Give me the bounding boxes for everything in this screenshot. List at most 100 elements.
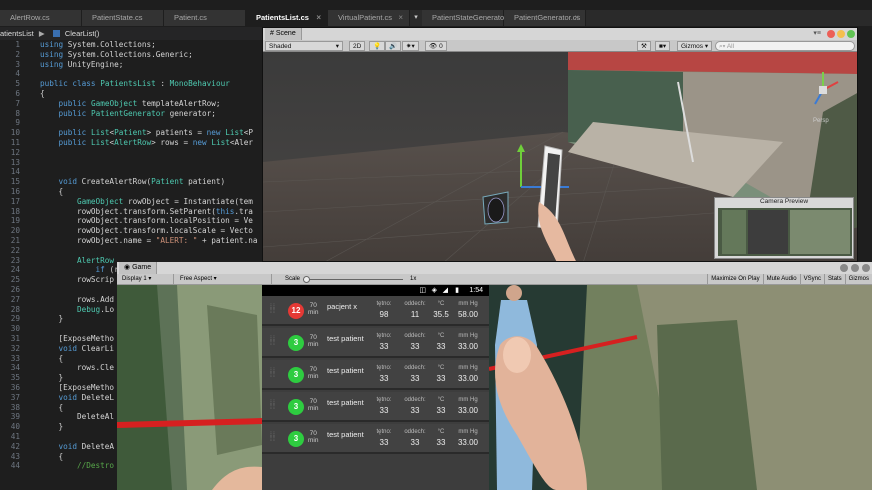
effects-dropdown-icon[interactable]: ✷▾ [402, 41, 419, 51]
code-text: void CreateAlertRow(Patient patient) [58, 177, 226, 187]
camera-settings-icon[interactable]: ■▾ [655, 41, 671, 51]
code-line[interactable]: 22 [0, 246, 262, 256]
elapsed-unit: min [308, 437, 319, 444]
screenshot-frame: AlertRow.cs PatientState.cs Patient.cs Pati… [0, 0, 872, 490]
scene-tab-bar: # Scene ▾≡ [263, 28, 857, 40]
code-line[interactable]: 20 rowObject.transform.localScale = Vect… [0, 226, 262, 236]
code-line[interactable]: 1 using System.Collections; [0, 40, 262, 50]
display-dropdown[interactable]: Display 1 ▾ [119, 274, 174, 285]
code-text: using System.Collections; [40, 40, 156, 49]
scale-slider-handle[interactable] [303, 276, 310, 283]
drag-handle-icon[interactable]: ⁞⁞ ⁞⁞ [270, 400, 277, 411]
window-menu-icon[interactable]: ▾≡ [813, 28, 821, 40]
persp-label[interactable]: Persp [813, 118, 829, 124]
game-toggle-button[interactable]: VSync [799, 274, 824, 285]
maximize-window-icon[interactable] [847, 30, 855, 38]
gizmos-dropdown[interactable]: Gizmos ▾ [677, 41, 713, 51]
drag-handle-icon[interactable]: ⁞⁞ ⁞⁞ [270, 304, 277, 315]
game-toggle-button[interactable]: Maximize On Play [707, 274, 762, 285]
hidden-layers-button[interactable]: 👁 0 [425, 41, 447, 51]
scene-tab-icon: # [270, 30, 274, 37]
line-number: 2 [15, 49, 20, 59]
blood-pressure-cell: mm Hg 33.00 [451, 428, 485, 450]
drag-handle-icon[interactable]: ⁞⁞ ⁞⁞ [270, 368, 277, 379]
shading-mode-dropdown[interactable]: Shaded ▾ [265, 41, 343, 51]
scene-tools-icon[interactable]: ⚒ [637, 41, 651, 51]
close-tab-icon[interactable]: × [398, 10, 403, 26]
patient-alert-row[interactable]: ⁞⁞ ⁞⁞ 3 70 min test patient tętno: 33 oddech: 33 °… [262, 392, 489, 422]
code-line[interactable]: 15 void CreateAlertRow(Patient patient) [0, 177, 262, 187]
code-line[interactable]: 5 public class PatientsList : MonoBehavio… [0, 79, 262, 89]
code-line[interactable]: 6{ [0, 89, 262, 99]
code-line[interactable]: 10 public List<Patient> patients = new L… [0, 128, 262, 138]
editor-tab[interactable]: PatientGenerator.cs × [504, 10, 586, 26]
patient-alert-row[interactable]: ⁞⁞ ⁞⁞ 3 70 min test patient tętno: 33 oddech: 33 °… [262, 360, 489, 390]
editor-tab[interactable]: Patient.cs [164, 10, 246, 26]
line-number: 8 [15, 108, 20, 118]
scene-tab[interactable]: # Scene [265, 28, 302, 40]
camera-model [482, 191, 509, 225]
code-line[interactable]: 21 rowObject.name = "ALERT: " + patient.… [0, 236, 262, 246]
method-icon [52, 30, 60, 37]
elapsed-value: 70 [309, 430, 317, 437]
code-line[interactable]: 8 public PatientGenerator generator; [0, 109, 262, 119]
code-line[interactable]: 3 using UnityEngine; [0, 60, 262, 70]
code-line[interactable]: 4 [0, 69, 262, 79]
game-viewport[interactable]: ◫ ◈ ◢ ▮ 1:54 ⁞⁞ ⁞⁞ 12 70 min pacjent x tętno: 9… [117, 285, 872, 490]
aspect-dropdown[interactable]: Free Aspect ▾ [177, 274, 272, 285]
drag-handle-icon[interactable]: ⁞⁞ ⁞⁞ [270, 432, 277, 443]
editor-tab[interactable]: AlertRow.cs [0, 10, 82, 26]
code-text: public List<AlertRow> rows = new List<Al… [58, 138, 253, 147]
breadcrumb-method[interactable]: ClearList() [65, 29, 100, 38]
game-window-dot-1[interactable] [840, 264, 848, 272]
game-toggle-button[interactable]: Mute Audio [762, 274, 800, 285]
code-line[interactable]: 9 [0, 118, 262, 128]
breadcrumb-class[interactable]: atientsList [0, 29, 34, 38]
line-number: 32 [10, 343, 20, 353]
editor-tab-label: AlertRow.cs [10, 13, 50, 22]
code-text: rowObject.transform.localScale = Vecto [40, 226, 253, 236]
code-line[interactable]: 11 public List<AlertRow> rows = new List… [0, 138, 262, 148]
audio-toggle-icon[interactable]: 🔊 [385, 41, 402, 51]
close-tab-icon[interactable]: × [574, 10, 579, 26]
editor-tab[interactable]: PatientStateGenerator.cs [422, 10, 516, 26]
patient-alert-row[interactable]: ⁞⁞ ⁞⁞ 3 70 min test patient tętno: 33 oddech: 33 °… [262, 424, 489, 454]
game-tab[interactable]: ◉ Game [119, 262, 158, 274]
code-line[interactable]: 18 rowObject.transform.SetParent(this.tr… [0, 207, 262, 217]
close-window-icon[interactable] [827, 30, 835, 38]
game-window-dot-3[interactable] [862, 264, 870, 272]
code-line[interactable]: 13 [0, 158, 262, 168]
code-line[interactable]: 16 { [0, 187, 262, 197]
blood-pressure-value: 33.00 [457, 438, 479, 447]
code-text: public List<Patient> patients = new List… [58, 128, 253, 138]
close-tab-icon[interactable]: × [316, 10, 321, 26]
code-line[interactable]: 17 GameObject rowObject = Instantiate(te… [0, 197, 262, 207]
heart-rate-cell: tętno: 33 [367, 332, 401, 354]
code-line[interactable]: 7 public GameObject templateAlertRow; [0, 99, 262, 109]
editor-tab[interactable]: VirtualPatient.cs × [328, 10, 410, 26]
game-window-dot-2[interactable] [851, 264, 859, 272]
patient-alert-row[interactable]: ⁞⁞ ⁞⁞ 3 70 min test patient tętno: 33 oddech: 33 °… [262, 328, 489, 358]
code-text: void DeleteL [58, 392, 115, 402]
game-toggle-button[interactable]: Gizmos [844, 274, 872, 285]
lighting-toggle-icon[interactable]: 💡 [369, 41, 386, 51]
game-toggle-button[interactable]: Stats [823, 274, 845, 285]
line-number: 23 [10, 255, 20, 265]
minimize-window-icon[interactable] [837, 30, 845, 38]
blood-pressure-value: 33.00 [457, 342, 479, 351]
editor-tab[interactable]: PatientState.cs [82, 10, 164, 26]
code-line[interactable]: 19 rowObject.transform.localPosition = V… [0, 216, 262, 226]
code-line[interactable]: 2 using System.Collections.Generic; [0, 50, 262, 60]
code-line[interactable]: 14 [0, 167, 262, 177]
drag-handle-icon[interactable]: ⁞⁞ ⁞⁞ [270, 336, 277, 347]
scene-viewport[interactable]: Persp Camera Preview [263, 52, 857, 261]
scene-search-input[interactable]: ⌕▾ All [715, 41, 855, 51]
alert-score-badge: 3 [288, 399, 304, 415]
editor-tab[interactable]: PatientsList.cs × [246, 10, 328, 26]
scale-slider[interactable] [303, 279, 403, 280]
toggle-2d-button[interactable]: 2D [349, 41, 366, 51]
code-line[interactable]: 12 [0, 148, 262, 158]
more-tabs-icon[interactable]: ▾ [410, 10, 422, 26]
patient-alert-row[interactable]: ⁞⁞ ⁞⁞ 12 70 min pacjent x tętno: 98 oddech: 11 °C 3… [262, 296, 489, 326]
line-number: 1 [15, 40, 20, 49]
